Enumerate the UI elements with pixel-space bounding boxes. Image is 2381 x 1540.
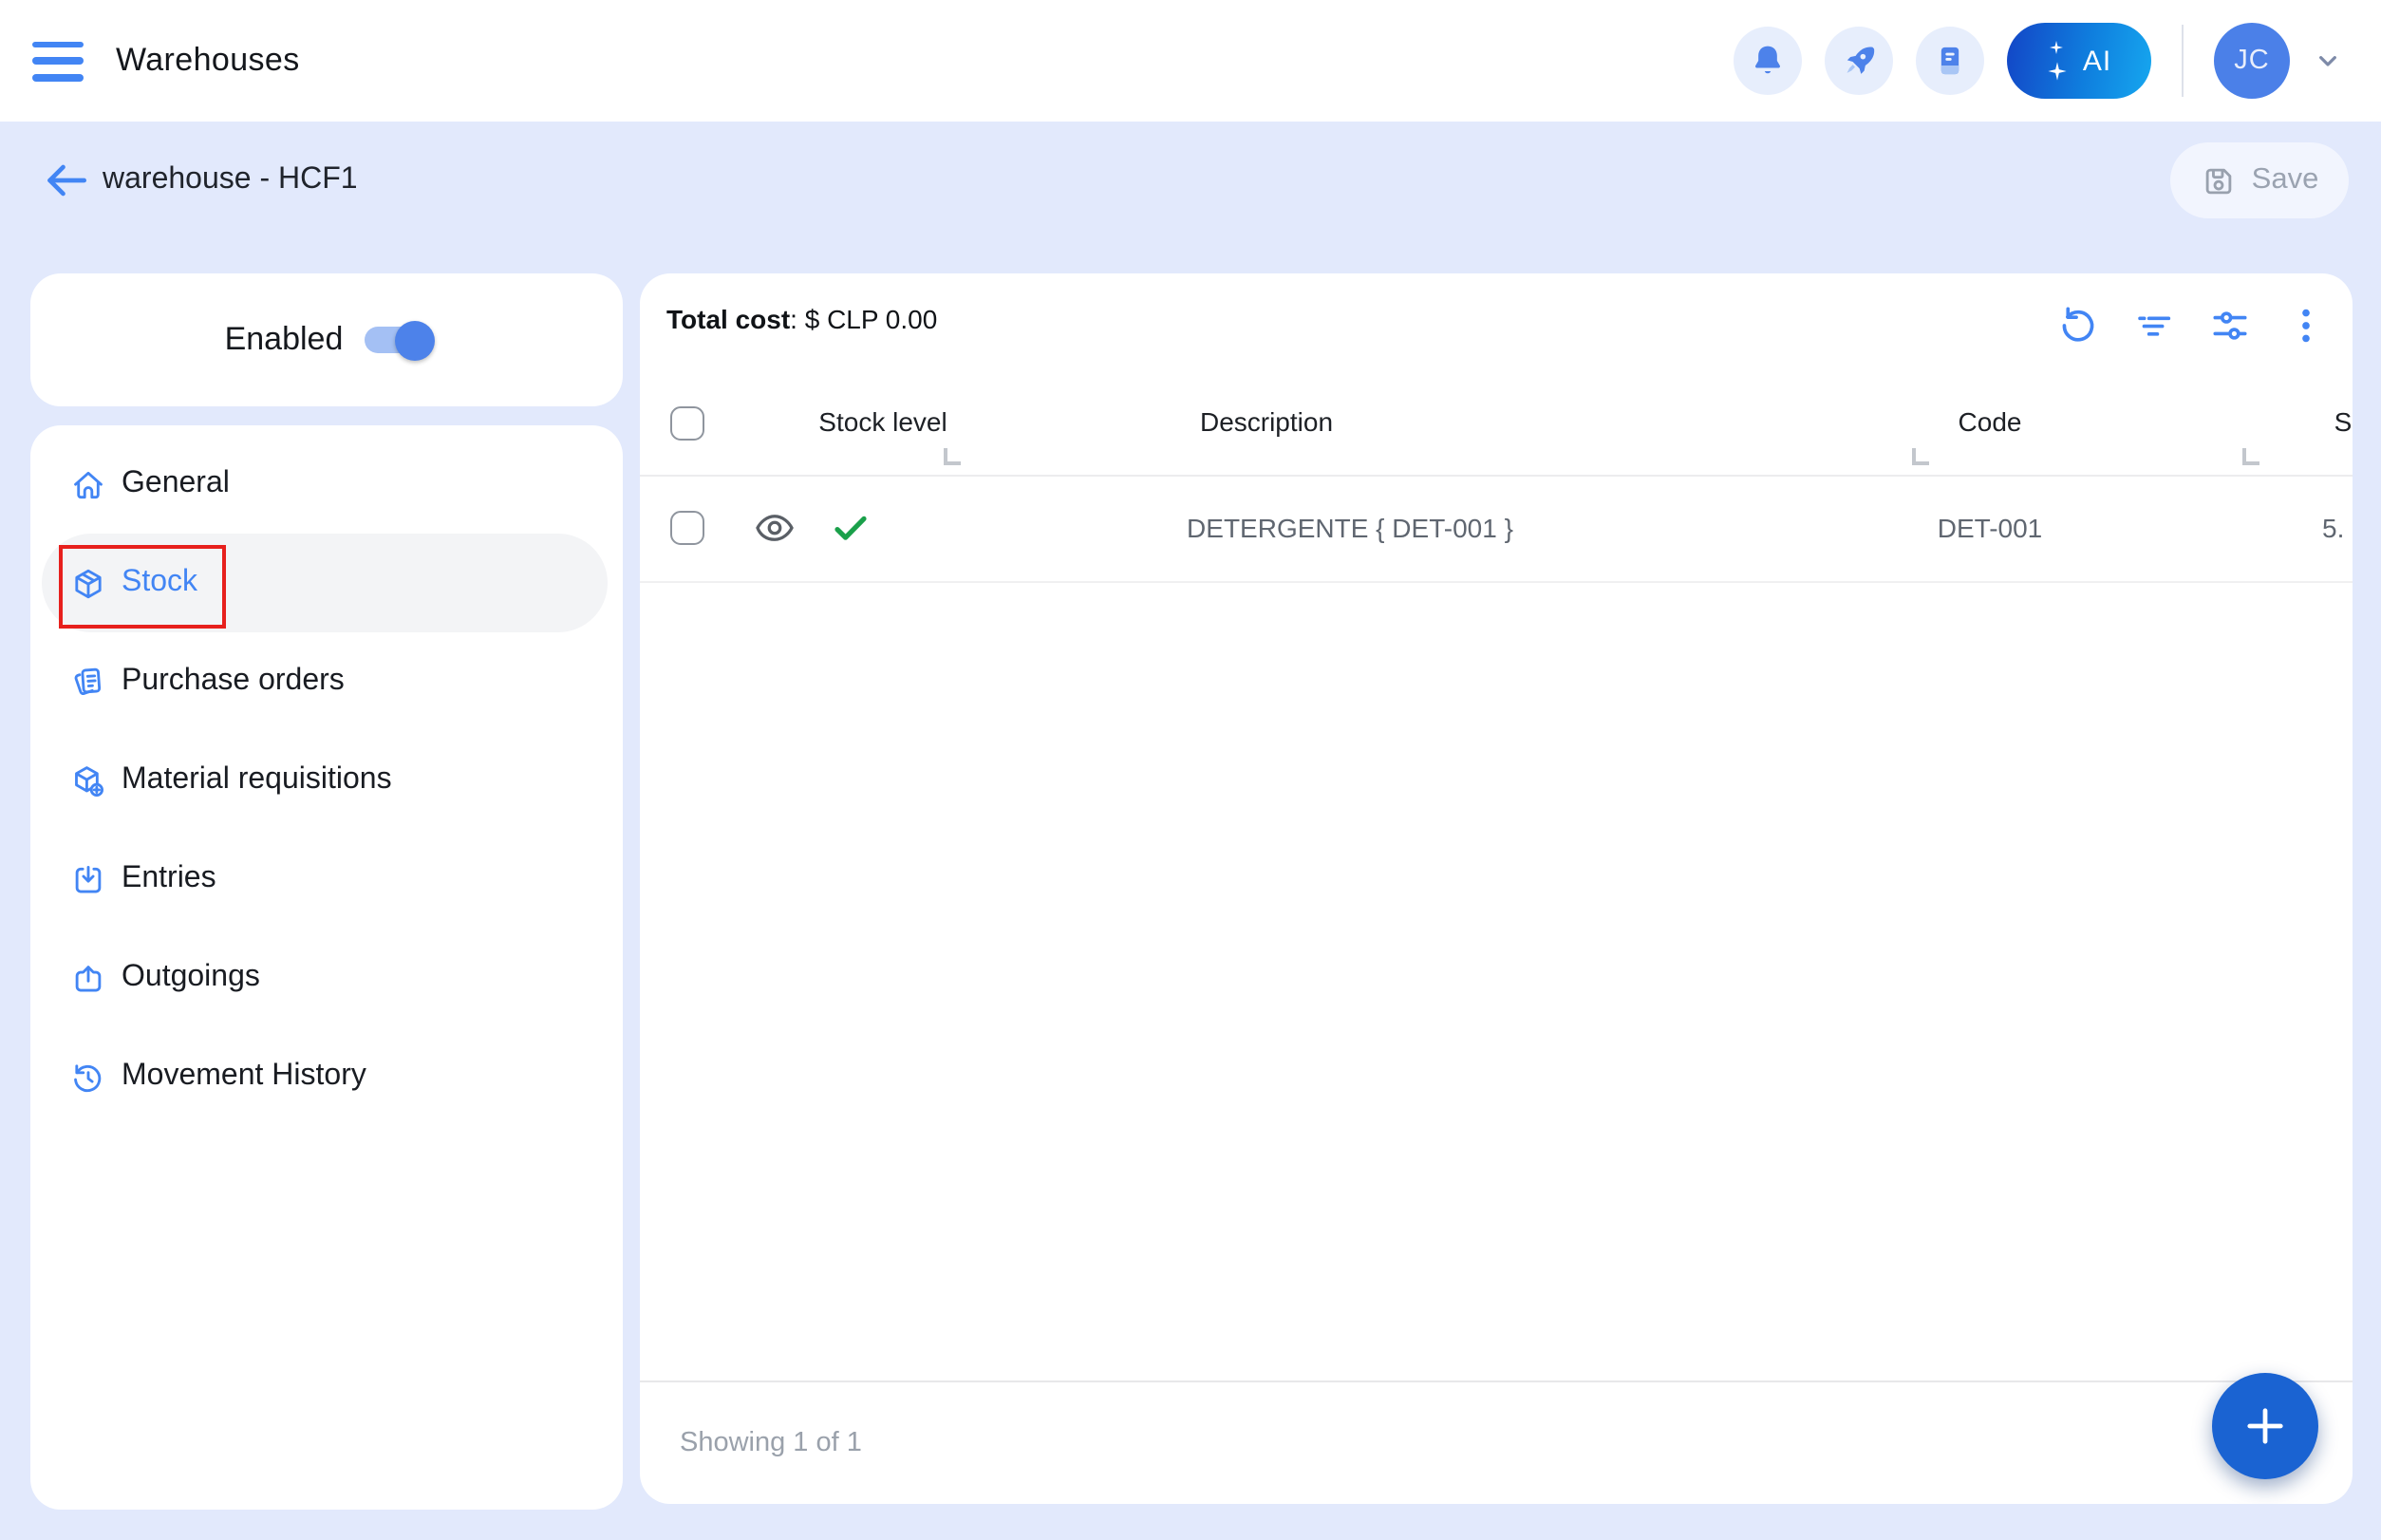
- home-icon: [70, 466, 106, 502]
- row-checkbox[interactable]: [670, 511, 704, 545]
- add-button[interactable]: [2212, 1373, 2318, 1479]
- sidebar-item-label: Movement History: [122, 1060, 366, 1094]
- back-arrow-icon[interactable]: [40, 154, 93, 207]
- material-requisitions-icon: [70, 762, 106, 798]
- ai-assistant-button[interactable]: AI: [2007, 23, 2151, 99]
- table-footer: Showing 1 of 1: [640, 1380, 2353, 1504]
- annotation-highlight-box: [59, 545, 226, 629]
- purchase-orders-icon: [70, 664, 106, 700]
- save-button-label: Save: [2252, 163, 2319, 197]
- breadcrumb-row: warehouse - HCF1 Save: [0, 122, 2381, 239]
- stock-table-card: Total cost: $ CLP 0.00: [640, 273, 2353, 1504]
- plus-icon: [2240, 1401, 2290, 1451]
- page-title: Warehouses: [116, 42, 300, 80]
- total-cost-value: : $ CLP 0.00: [790, 304, 937, 334]
- column-resize-handle[interactable]: [2242, 448, 2259, 465]
- column-resize-handle[interactable]: [944, 448, 961, 465]
- total-cost: Total cost: $ CLP 0.00: [666, 304, 937, 334]
- sidebar-item-label: Purchase orders: [122, 665, 345, 699]
- column-resize-handle[interactable]: [1912, 448, 1929, 465]
- cell-description: DETERGENTE { DET-001 }: [1187, 513, 1513, 543]
- sidebar-item-general[interactable]: General: [42, 435, 608, 534]
- ai-label: AI: [2083, 45, 2111, 77]
- chevron-down-icon[interactable]: [2313, 46, 2343, 76]
- cell-code: DET-001: [1938, 513, 2043, 543]
- total-cost-label: Total cost: [666, 304, 790, 334]
- tune-icon[interactable]: [2208, 304, 2252, 347]
- enabled-card: Enabled: [30, 273, 623, 406]
- table-header-row: Stock level Description Code S: [640, 391, 2353, 477]
- bell-icon: [1749, 42, 1787, 80]
- sidebar-item-label: Outgoings: [122, 961, 260, 995]
- launch-button[interactable]: [1825, 27, 1893, 95]
- enabled-toggle[interactable]: [364, 327, 428, 353]
- movement-history-icon: [70, 1059, 106, 1095]
- column-header-stock-truncated[interactable]: S: [2334, 406, 2353, 437]
- save-button[interactable]: Save: [2170, 142, 2349, 218]
- showing-count: Showing 1 of 1: [680, 1428, 862, 1458]
- rocket-icon: [1840, 42, 1878, 80]
- eye-icon[interactable]: [753, 506, 797, 550]
- column-header-code[interactable]: Code: [1959, 406, 2022, 437]
- entries-icon: [70, 861, 106, 897]
- hamburger-menu-icon[interactable]: [32, 41, 84, 81]
- sidebar-item-label: Material requisitions: [122, 763, 392, 798]
- stock-ok-check-icon: [828, 505, 873, 551]
- notifications-button[interactable]: [1734, 27, 1802, 95]
- save-icon: [2201, 162, 2237, 198]
- table-toolbar: [2056, 304, 2328, 347]
- sidebar-item-movement-history[interactable]: Movement History: [42, 1027, 608, 1126]
- sidebar-item-entries[interactable]: Entries: [42, 830, 608, 929]
- refresh-icon[interactable]: [2056, 304, 2100, 347]
- column-header-description[interactable]: Description: [1200, 406, 1333, 437]
- avatar[interactable]: JC: [2214, 23, 2290, 99]
- filter-icon[interactable]: [2132, 304, 2176, 347]
- table-row[interactable]: DETERGENTE { DET-001 } DET-001 5.: [640, 475, 2353, 583]
- enabled-label: Enabled: [225, 321, 344, 359]
- top-bar: Warehouses: [0, 0, 2381, 122]
- app-window: Warehouses: [0, 0, 2381, 1540]
- topbar-divider: [2182, 25, 2184, 97]
- cell-stock-truncated: 5.: [2322, 513, 2344, 543]
- notes-icon: [1931, 42, 1969, 80]
- breadcrumb: warehouse - HCF1: [103, 163, 358, 197]
- select-all-checkbox[interactable]: [670, 406, 704, 441]
- notes-button[interactable]: [1916, 27, 1984, 95]
- sidebar-item-outgoings[interactable]: Outgoings: [42, 929, 608, 1027]
- ai-sparkles-icon: [2047, 40, 2068, 82]
- column-header-stock-level[interactable]: Stock level: [818, 406, 947, 437]
- outgoings-icon: [70, 960, 106, 996]
- sidebar-item-material-requisitions[interactable]: Material requisitions: [42, 731, 608, 830]
- sidebar-item-purchase-orders[interactable]: Purchase orders: [42, 632, 608, 731]
- kebab-menu-icon[interactable]: [2284, 304, 2328, 347]
- sidebar-item-label: General: [122, 467, 230, 501]
- sidebar-item-label: Entries: [122, 862, 216, 896]
